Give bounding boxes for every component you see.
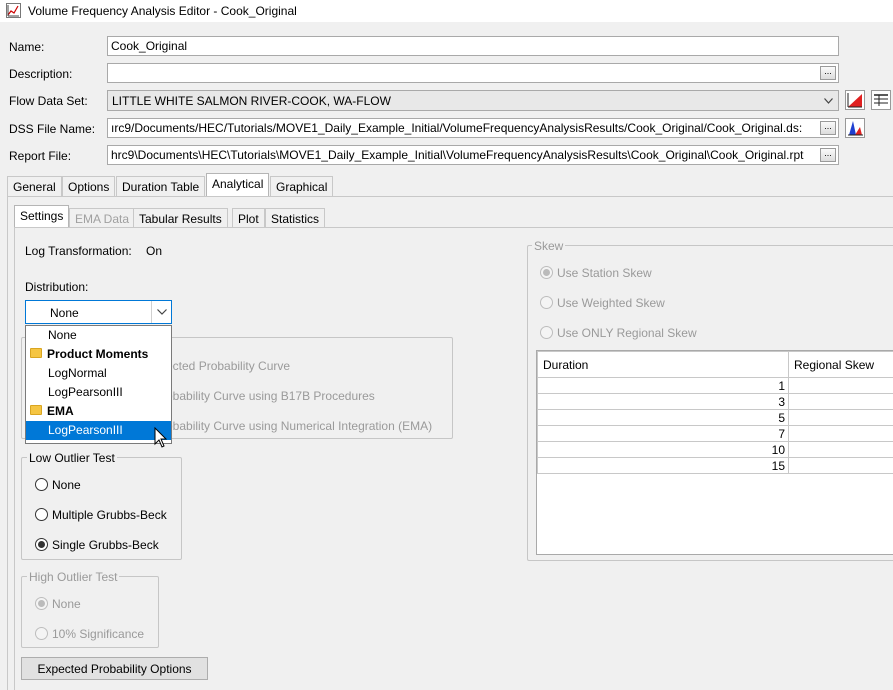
high-outlier-10pct-radio[interactable] xyxy=(35,627,48,640)
description-label: Description: xyxy=(9,67,73,81)
dropdown-group-product-moments: Product Moments xyxy=(26,345,171,364)
table-icon xyxy=(874,94,888,106)
regional-skew-table: Duration Regional Skew 1 3 5 7 10 15 xyxy=(537,351,893,474)
distribution-dropdown-button[interactable] xyxy=(151,301,171,323)
name-label: Name: xyxy=(9,40,45,54)
tab-options[interactable]: Options xyxy=(62,176,116,196)
table-row: 3 xyxy=(537,393,893,410)
dropdown-group-label: Product Moments xyxy=(47,347,149,361)
duration-cell[interactable]: 1 xyxy=(537,377,789,394)
low-outlier-multiple-label[interactable]: Multiple Grubbs-Beck xyxy=(52,508,167,522)
dropdown-item-logpearson-ema[interactable]: LogPearsonIII xyxy=(26,421,171,440)
chevron-down-icon xyxy=(157,309,167,315)
report-file-field[interactable]: hrc9\Documents\HEC\Tutorials\MOVE1_Daily… xyxy=(107,145,839,165)
curve-option-2[interactable]: obability Curve using B17B Procedures xyxy=(166,389,375,403)
flow-data-set-value: LITTLE WHITE SALMON RIVER-COOK, WA-FLOW xyxy=(112,94,391,108)
duration-column-header[interactable]: Duration xyxy=(537,351,789,378)
table-row: 15 xyxy=(537,457,893,474)
dropdown-item-logpearson-pm[interactable]: LogPearsonIII xyxy=(26,383,171,402)
table-row: 10 xyxy=(537,441,893,458)
dropdown-item-lognormal[interactable]: LogNormal xyxy=(26,364,171,383)
tab-statistics[interactable]: Statistics xyxy=(265,208,326,228)
high-outlier-none-radio[interactable] xyxy=(35,597,48,610)
regional-skew-cell[interactable] xyxy=(788,409,893,426)
regional-skew-cell[interactable] xyxy=(788,441,893,458)
chevron-down-icon xyxy=(824,98,833,104)
dropdown-item-none[interactable]: None xyxy=(26,326,171,345)
report-file-label: Report File: xyxy=(9,149,72,163)
regional-skew-label[interactable]: Use ONLY Regional Skew xyxy=(557,326,697,340)
tabulate-data-button[interactable] xyxy=(871,90,891,110)
description-browse-button[interactable]: ... xyxy=(820,66,836,80)
low-outlier-title: Low Outlier Test xyxy=(27,451,117,465)
log-transformation-value: On xyxy=(146,244,163,258)
description-field[interactable] xyxy=(107,63,839,83)
report-browse-button[interactable]: ... xyxy=(820,148,836,162)
high-outlier-10pct-label[interactable]: 10% Significance xyxy=(52,627,144,641)
flow-data-set-label: Flow Data Set: xyxy=(9,94,88,108)
low-outlier-multiple-radio[interactable] xyxy=(35,508,48,521)
flow-data-set-select[interactable]: LITTLE WHITE SALMON RIVER-COOK, WA-FLOW xyxy=(107,90,839,111)
dss-file-name-label: DSS File Name: xyxy=(9,122,96,136)
high-outlier-title: High Outlier Test xyxy=(27,570,120,584)
app-chart-icon xyxy=(6,3,21,18)
station-skew-radio[interactable] xyxy=(540,266,553,279)
regional-skew-cell[interactable] xyxy=(788,393,893,410)
regional-skew-table-container: Duration Regional Skew 1 3 5 7 10 15 xyxy=(536,350,893,555)
folder-icon xyxy=(30,348,42,358)
regional-skew-column-header[interactable]: Regional Skew xyxy=(788,351,893,378)
window-title: Volume Frequency Analysis Editor - Cook_… xyxy=(28,4,297,18)
duration-cell[interactable]: 15 xyxy=(537,457,789,474)
dropdown-group-ema: EMA xyxy=(26,402,171,421)
low-outlier-none-label[interactable]: None xyxy=(52,478,81,492)
high-outlier-none-label[interactable]: None xyxy=(52,597,81,611)
curve-option-3[interactable]: obability Curve using Numerical Integrat… xyxy=(166,419,432,433)
table-header-row: Duration Regional Skew xyxy=(537,351,893,378)
low-outlier-single-radio[interactable] xyxy=(35,538,48,551)
tab-general[interactable]: General xyxy=(7,176,62,196)
duration-cell[interactable]: 3 xyxy=(537,393,789,410)
dropdown-group-label: EMA xyxy=(47,404,74,418)
dss-plot-button[interactable] xyxy=(845,118,865,138)
table-row: 1 xyxy=(537,377,893,394)
tab-duration-table[interactable]: Duration Table xyxy=(116,176,206,196)
duration-cell[interactable]: 5 xyxy=(537,409,789,426)
station-skew-label[interactable]: Use Station Skew xyxy=(557,266,652,280)
log-transformation-label: Log Transformation: xyxy=(25,244,132,258)
regional-skew-cell[interactable] xyxy=(788,457,893,474)
mouse-pointer-icon xyxy=(154,427,168,448)
dss-file-name-field[interactable]: ırc9/Documents/HEC/Tutorials/MOVE1_Daily… xyxy=(107,118,839,138)
curve-option-1[interactable]: ected Probability Curve xyxy=(166,359,290,373)
tab-tabular-results[interactable]: Tabular Results xyxy=(133,208,228,228)
expected-probability-options-button[interactable]: Expected Probability Options xyxy=(21,657,208,680)
folder-icon xyxy=(30,405,42,415)
skew-title: Skew xyxy=(532,239,566,253)
regional-skew-cell[interactable] xyxy=(788,377,893,394)
duration-cell[interactable]: 10 xyxy=(537,441,789,458)
distribution-dropdown-list: None Product Moments LogNormal LogPearso… xyxy=(25,325,172,444)
plot-data-button[interactable] xyxy=(845,90,865,110)
regional-skew-radio[interactable] xyxy=(540,326,553,339)
low-outlier-none-radio[interactable] xyxy=(35,478,48,491)
weighted-skew-label[interactable]: Use Weighted Skew xyxy=(557,296,665,310)
red-curve-chart-icon xyxy=(847,93,862,108)
name-field[interactable]: Cook_Original xyxy=(107,36,839,56)
tab-settings[interactable]: Settings xyxy=(14,205,70,227)
distribution-select[interactable]: None xyxy=(25,300,172,324)
weighted-skew-radio[interactable] xyxy=(540,296,553,309)
distribution-selected-value: None xyxy=(50,306,79,320)
regional-skew-cell[interactable] xyxy=(788,425,893,442)
title-bar: Volume Frequency Analysis Editor - Cook_… xyxy=(0,0,893,22)
blue-red-chart-icon xyxy=(848,121,863,136)
tab-plot[interactable]: Plot xyxy=(232,208,265,228)
dss-browse-button[interactable]: ... xyxy=(820,121,836,135)
duration-cell[interactable]: 7 xyxy=(537,425,789,442)
table-row: 5 xyxy=(537,409,893,426)
tab-analytical[interactable]: Analytical xyxy=(206,173,270,196)
distribution-label: Distribution: xyxy=(25,280,89,294)
tab-graphical[interactable]: Graphical xyxy=(270,176,334,196)
low-outlier-single-label[interactable]: Single Grubbs-Beck xyxy=(52,538,159,552)
tab-ema-data[interactable]: EMA Data xyxy=(69,208,136,228)
table-row: 7 xyxy=(537,425,893,442)
